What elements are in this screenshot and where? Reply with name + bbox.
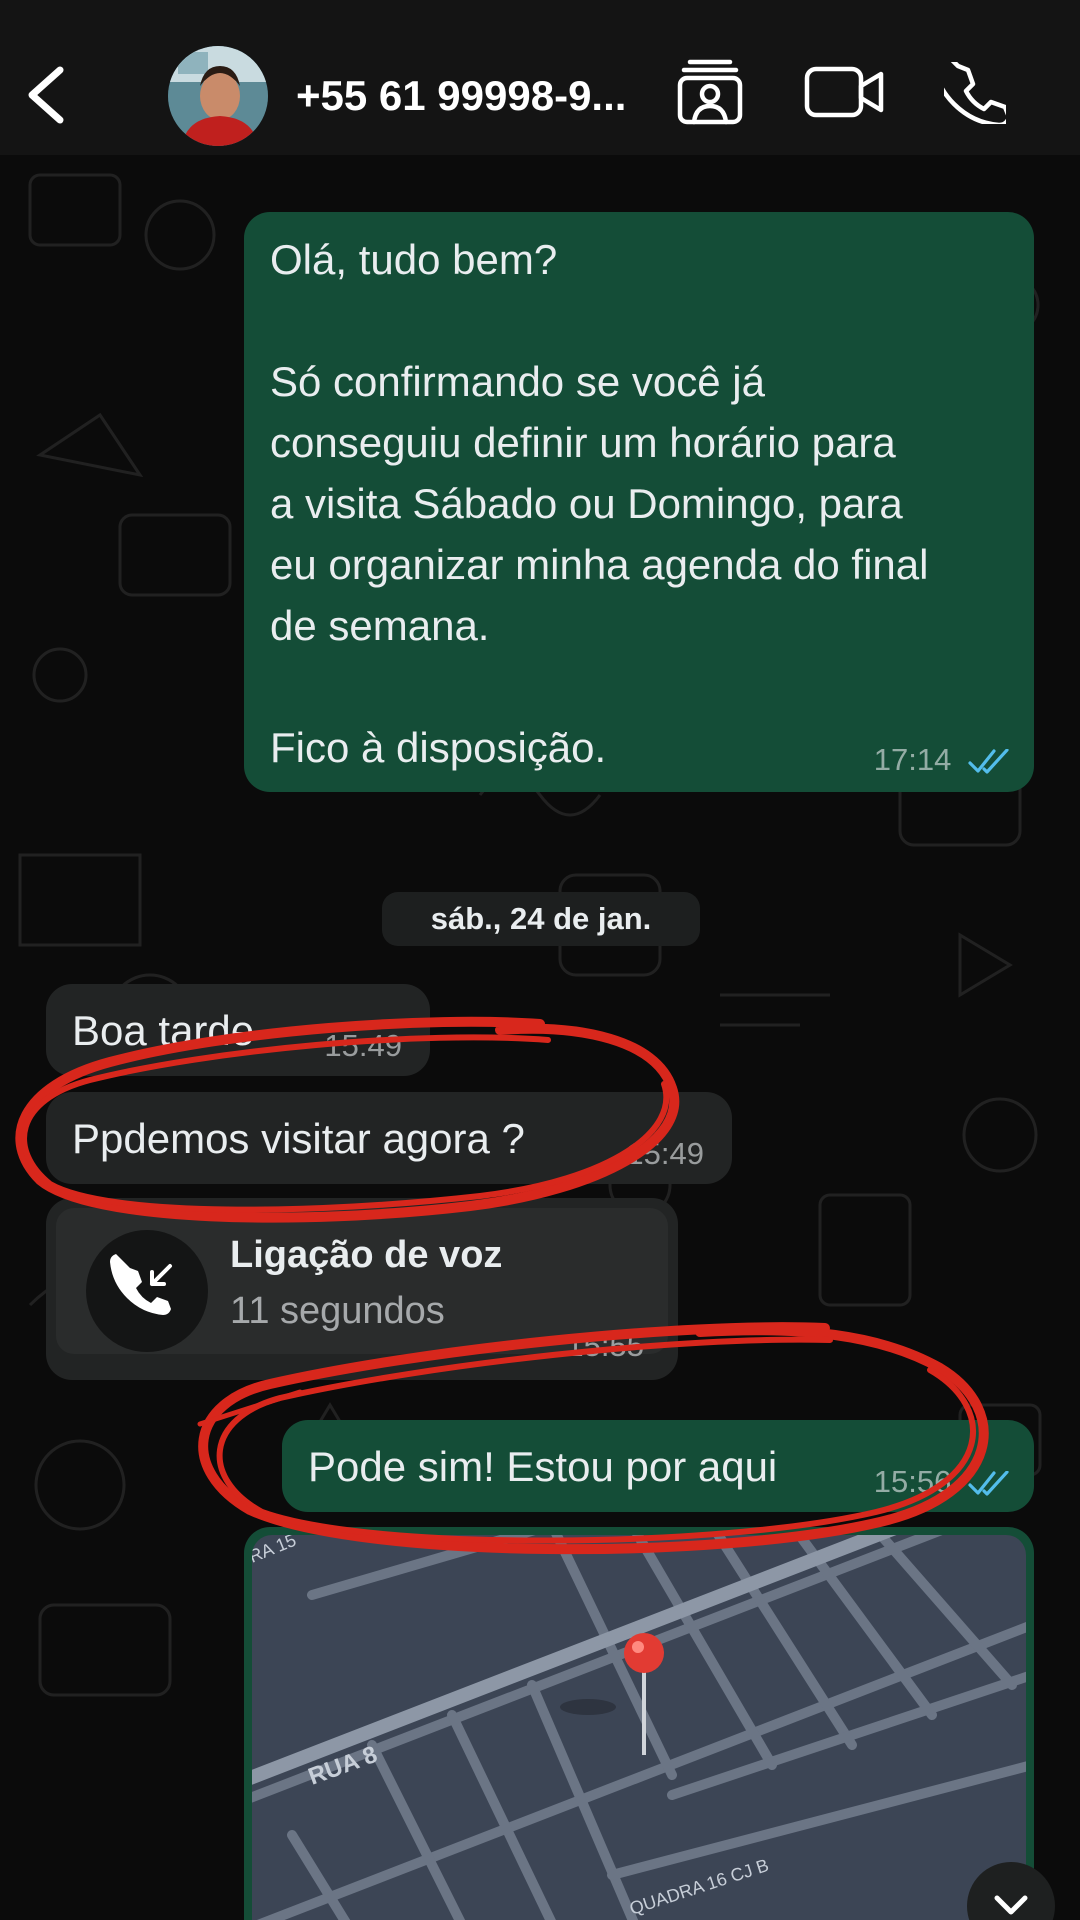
map-preview[interactable]: RUA 8 RA 15 QUADRA 16 CJ B [252, 1535, 1026, 1920]
message-bubble-incoming[interactable]: Ppdemos visitar agora ? 15:49 [46, 1092, 732, 1184]
voice-call-icon[interactable] [944, 62, 1006, 124]
message-time: 15:55 [566, 1328, 644, 1363]
chat-header: +55 61 99998-9... [0, 0, 1080, 155]
read-receipt-icon [968, 748, 1009, 774]
message-time: 15:56 [873, 1464, 952, 1499]
video-call-icon[interactable] [804, 66, 884, 118]
chevron-down-icon [994, 1895, 1028, 1915]
message-bubble-incoming[interactable]: Boa tarde 15:49 [46, 984, 430, 1076]
back-icon[interactable] [18, 62, 78, 128]
location-message[interactable]: RUA 8 RA 15 QUADRA 16 CJ B [244, 1527, 1034, 1920]
message-bubble-outgoing[interactable]: Olá, tudo bem? Só confirmando se você já… [244, 212, 1034, 792]
call-bubble[interactable]: Ligação de voz 11 segundos 15:55 [46, 1198, 678, 1380]
message-time: 15:49 [626, 1136, 704, 1171]
chat-screen: +55 61 99998-9... Olá, tudo bem? Só conf… [0, 0, 1080, 1920]
message-time: 15:49 [324, 1028, 402, 1063]
message-bubble-outgoing[interactable]: Pode sim! Estou por aqui 15:56 [282, 1420, 1034, 1512]
call-duration: 11 segundos [230, 1290, 445, 1332]
date-separator: sáb., 24 de jan. [382, 892, 700, 946]
message-meta: 17:14 [874, 740, 1012, 780]
contact-card-icon[interactable] [676, 58, 744, 126]
message-meta: 15:56 [874, 1462, 1012, 1502]
avatar[interactable] [168, 46, 268, 146]
message-time: 17:14 [873, 742, 952, 777]
read-receipt-icon [968, 1470, 1009, 1496]
incoming-call-icon [86, 1230, 208, 1352]
map-image: RUA 8 RA 15 QUADRA 16 CJ B [252, 1535, 1026, 1920]
call-title: Ligação de voz [230, 1234, 503, 1276]
message-text: Olá, tudo bem? Só confirmando se você já… [270, 236, 929, 771]
scroll-to-bottom-button[interactable] [967, 1862, 1055, 1920]
contact-name[interactable]: +55 61 99998-9... [296, 68, 646, 124]
